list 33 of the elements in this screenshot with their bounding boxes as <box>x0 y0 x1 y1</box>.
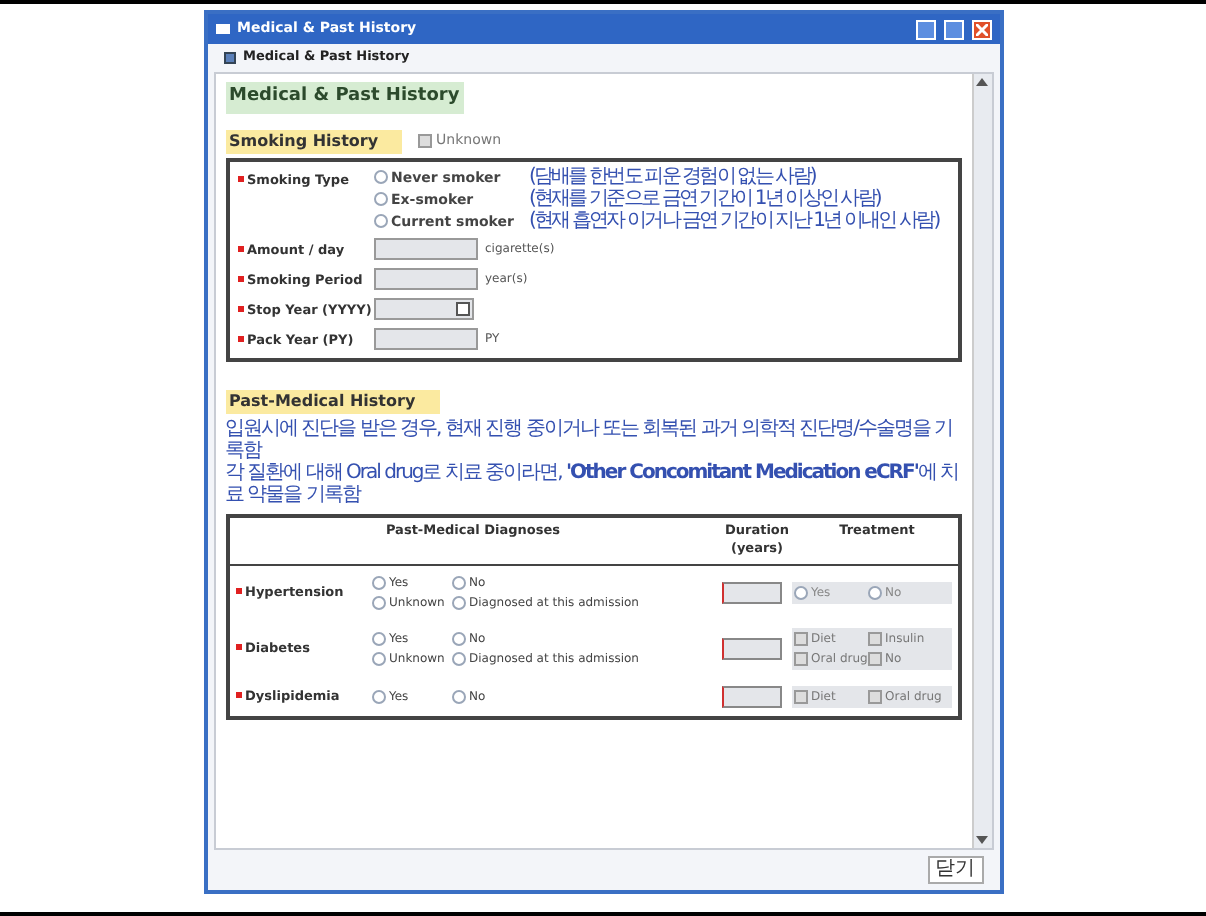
section-heading: Past-Medical History <box>225 389 440 413</box>
scrollbar[interactable] <box>971 74 991 848</box>
close-button[interactable]: 닫기 <box>927 856 983 884</box>
required-marker-icon <box>237 306 243 313</box>
form-icon <box>223 52 235 64</box>
required-marker-icon <box>235 644 241 651</box>
restore-icon[interactable] <box>915 19 935 39</box>
input-field[interactable] <box>373 327 477 349</box>
required-marker-icon <box>237 276 243 283</box>
window-icon <box>215 24 229 34</box>
close-icon[interactable] <box>971 19 991 39</box>
duration-field[interactable] <box>721 686 781 708</box>
input-field[interactable] <box>373 267 477 289</box>
duration-field[interactable] <box>721 582 781 604</box>
scroll-up-icon[interactable] <box>976 78 988 86</box>
scroll-down-icon[interactable] <box>976 836 988 844</box>
option-note: (현재를 기준으로 금연 기간이 1년 이상인 사람) <box>529 189 880 209</box>
required-marker-icon <box>235 588 241 595</box>
note-text: 각 질환에 대해 Oral drug로 치료 중이라면, 'Other Concomitant Medication eCRF'에 치료 약물을 기록함 <box>225 461 961 505</box>
required-marker-icon <box>237 246 243 253</box>
duration-field[interactable] <box>721 638 781 660</box>
section-heading: Smoking History <box>225 129 403 153</box>
required-marker-icon <box>237 176 243 183</box>
maximize-icon[interactable] <box>943 19 963 39</box>
page-heading: Medical & Past History <box>225 82 464 113</box>
option-note: (담배를 한번도 피운 경험이 없는 사람) <box>529 167 815 187</box>
input-field[interactable] <box>373 237 477 259</box>
required-marker-icon <box>235 692 241 699</box>
calendar-icon[interactable] <box>455 301 469 315</box>
note-text: 입원시에 진단을 받은 경우, 현재 진행 중이거나 또는 회복된 과거 의학적 진단명/수술명을 기록함 <box>225 417 955 461</box>
year-field[interactable] <box>373 297 473 319</box>
required-marker-icon <box>237 336 243 343</box>
option-note: (현재 흡연자 이거나 금연 기간이 지난 1년 이내인 사람) <box>529 211 939 231</box>
